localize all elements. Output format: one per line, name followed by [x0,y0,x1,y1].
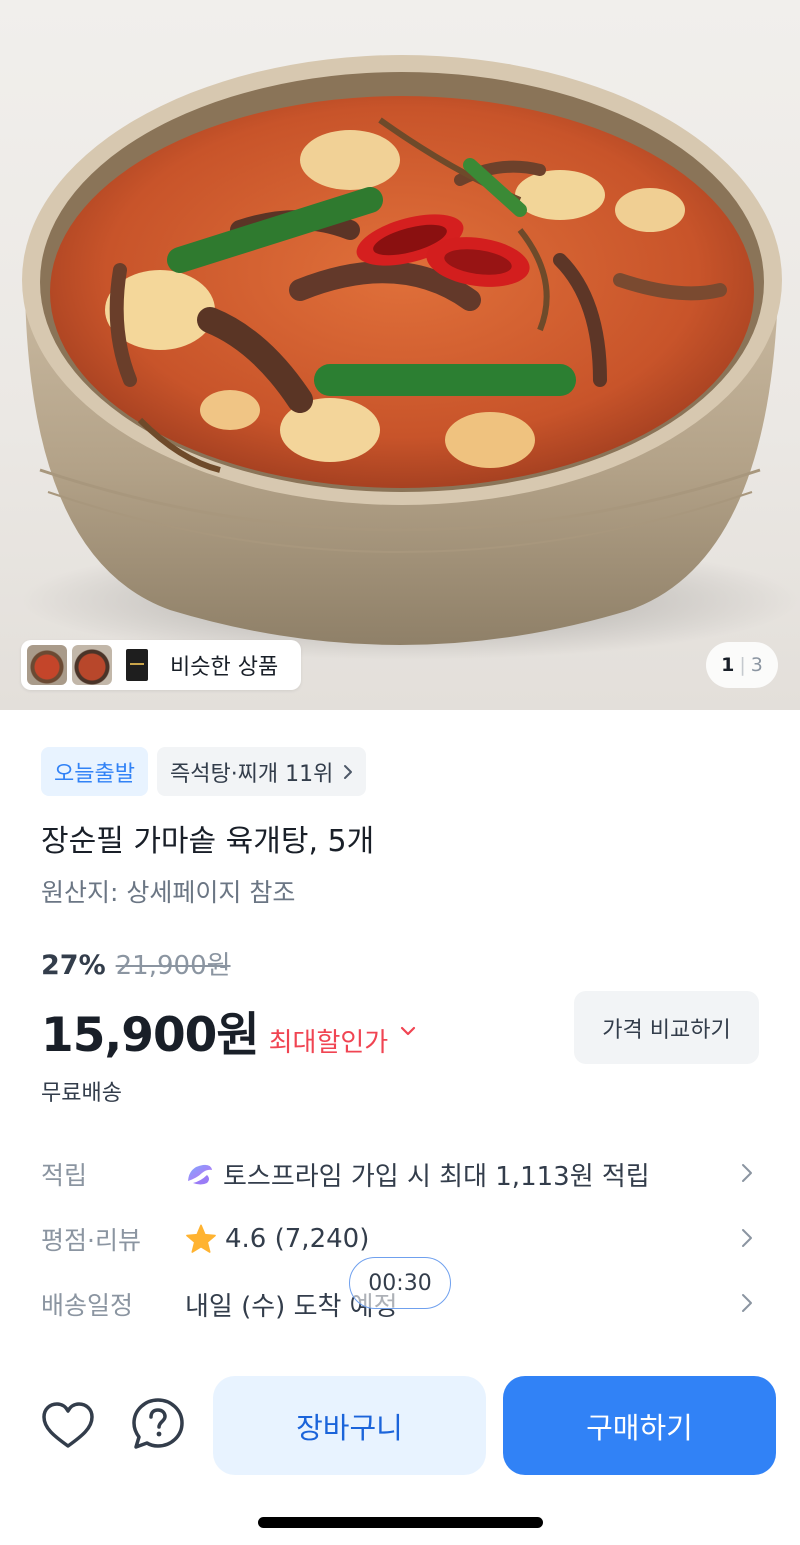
points-label: 적립 [41,1161,88,1190]
page-current: 1 [721,654,735,676]
chevron-down-icon[interactable] [400,1026,416,1036]
product-image-gallery[interactable]: 비슷한 상품 1 | 3 [0,0,800,710]
today-ship-label: 오늘출발 [54,761,135,787]
rating-value: 4.6 (7,240) [225,1224,370,1254]
delivery-label: 배송일정 [41,1291,134,1320]
product-photo [20,55,800,660]
page-separator: | [739,654,746,676]
original-price: 21,900원 [115,951,231,981]
chevron-right-icon [742,1164,752,1182]
max-discount-toggle[interactable]: 최대할인가 [269,1022,389,1059]
today-ship-badge: 오늘출발 [41,747,148,796]
page-total: 3 [750,654,763,676]
price-row: 15,900원 최대할인가 [41,996,416,1065]
price-compare-button[interactable]: 가격 비교하기 [574,991,759,1064]
chevron-right-icon [742,1294,752,1312]
discount-row: 27% 21,900원 [41,945,231,982]
star-icon [185,1224,217,1254]
delivery-value: 내일 (수) 도착 예정 [185,1291,398,1322]
buy-now-button[interactable]: 구매하기 [503,1376,776,1475]
points-row[interactable]: 적립 토스프라임 가입 시 최대 1,113원 적립 [41,1149,759,1199]
chevron-right-icon [742,1229,752,1247]
discount-rate: 27% [41,950,106,981]
similar-products-button[interactable]: 비슷한 상품 [21,640,301,690]
image-page-indicator: 1 | 3 [706,642,778,688]
question-icon[interactable] [130,1396,186,1452]
home-indicator [258,1517,543,1528]
category-rank-label: 즉석탕·찌개 11위 [169,761,334,787]
rating-label: 평점·리뷰 [41,1226,141,1255]
badge-row: 오늘출발 즉석탕·찌개 11위 [41,747,367,796]
similar-product-thumb [27,645,67,685]
chevron-right-icon [344,764,353,779]
timer-badge: 00:30 [349,1257,451,1309]
points-value-wrap: 토스프라임 가입 시 최대 1,113원 적립 [185,1156,759,1193]
toss-prime-icon [185,1161,215,1187]
product-origin: 원산지: 상세페이지 참조 [41,878,296,907]
sale-price: 15,900원 [41,1008,260,1063]
similar-product-thumb [72,645,112,685]
similar-product-thumb [117,645,157,685]
shipping-info: 무료배송 [41,1081,122,1106]
product-title: 장순필 가마솥 육개탕, 5개 [41,824,375,859]
category-rank-badge[interactable]: 즉석탕·찌개 11위 [156,747,367,796]
points-value: 토스프라임 가입 시 최대 1,113원 적립 [223,1161,650,1192]
add-to-cart-button[interactable]: 장바구니 [213,1376,486,1475]
heart-icon[interactable] [40,1398,96,1454]
similar-products-label: 비슷한 상품 [170,655,279,680]
rating-value-wrap: 4.6 (7,240) [185,1224,759,1254]
